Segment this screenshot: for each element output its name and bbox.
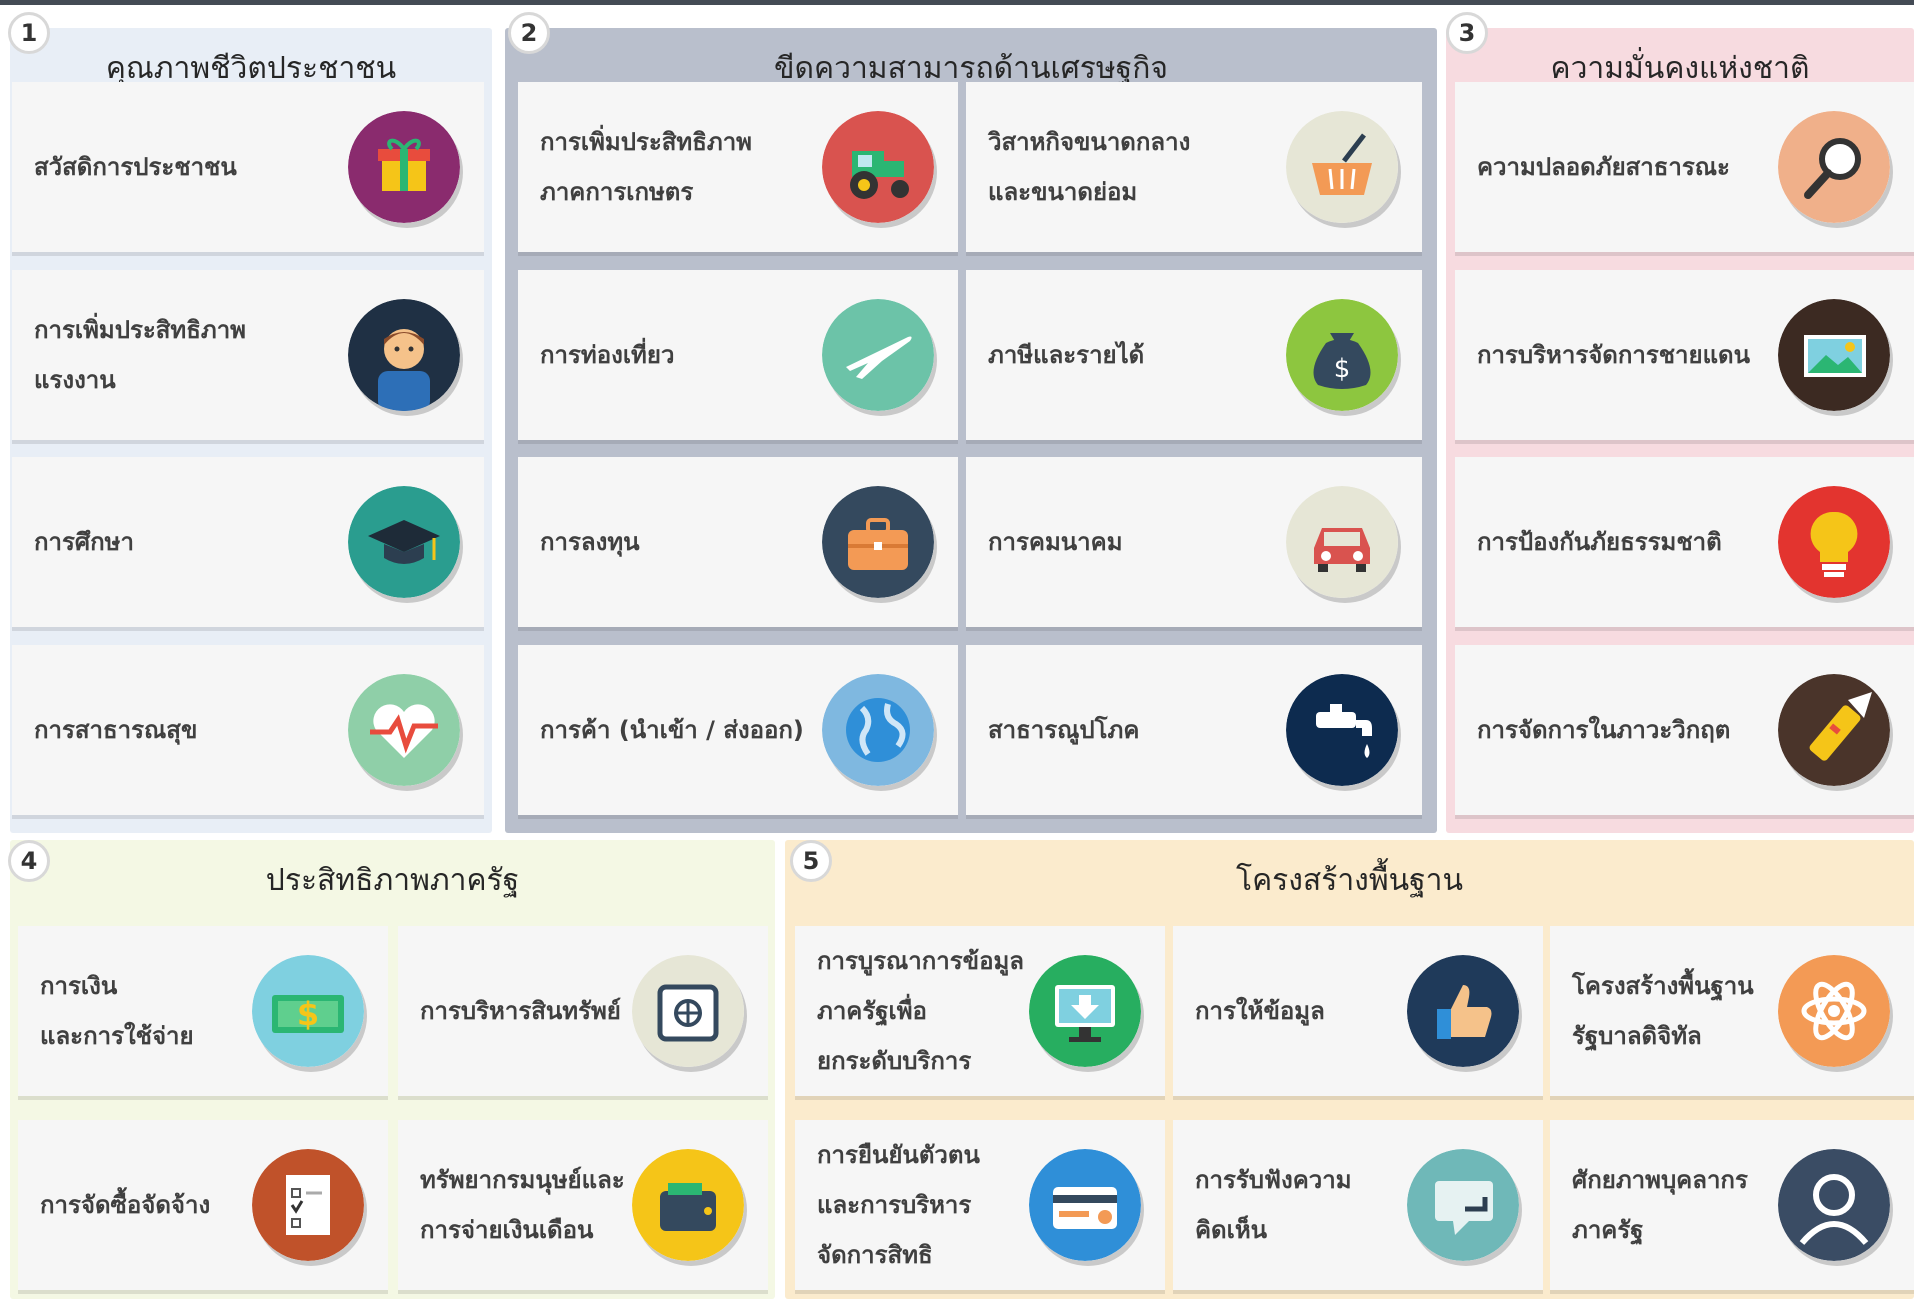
topic-label: ศักยภาพบุคลากร ภาครัฐ [1572,1166,1748,1244]
topic-label: การจัดการในภาวะวิกฤต [1477,716,1731,744]
topic-card[interactable]: การบูรณาการข้อมูล ภาครัฐเพื่อ ยกระดับบริ… [795,926,1165,1096]
atom-icon [1778,955,1890,1067]
section-title: ประสิทธิภาพภาครัฐ [265,863,520,898]
wallet-icon [632,1149,744,1261]
topic-label: ทรัพยากรมนุษย์และ การจ่ายเงินเดือน [420,1166,625,1244]
topic-card[interactable]: การจัดการในภาวะวิกฤต [1455,645,1914,815]
topic-card[interactable]: การสาธารณสุข [12,645,484,815]
topic-card[interactable]: การเงิน และการใช้จ่าย $ [18,926,388,1096]
topic-label: การลงทุน [540,528,640,556]
money-bag-icon: $ [1286,299,1398,411]
topic-card[interactable]: ศักยภาพบุคลากร ภาครัฐ [1550,1120,1914,1290]
topic-label: การยืนยันตัวตน และการบริหาร จัดการสิทธิ [817,1141,980,1269]
topic-label: การบริหารสินทรัพย์ [420,997,621,1025]
briefcase-icon [822,486,934,598]
section-number-badge: 2 [508,12,550,54]
topic-label: การศึกษา [34,528,134,556]
topic-card[interactable]: ทรัพยากรมนุษย์และ การจ่ายเงินเดือน [398,1120,768,1290]
topic-label: การเพิ่มประสิทธิภาพ แรงงาน [34,316,246,394]
topic-label: การจัดซื้อจัดจ้าง [40,1191,211,1219]
tractor-icon [822,111,934,223]
topic-card[interactable]: สวัสดิการประชาชน [12,82,484,252]
airplane-icon [822,299,934,411]
topic-label: สวัสดิการประชาชน [34,153,237,181]
monitor-download-icon [1029,955,1141,1067]
landscape-icon [1778,299,1890,411]
topic-card[interactable]: ภาษีและรายได้ $ [966,270,1422,440]
basket-icon [1286,111,1398,223]
topic-card[interactable]: การป้องกันภัยธรรมชาติ [1455,457,1914,627]
lightbulb-icon [1778,486,1890,598]
topic-card[interactable]: โครงสร้างพื้นฐาน รัฐบาลดิจิทัล [1550,926,1914,1096]
section-number-badge: 1 [8,12,50,54]
svg-text:$: $ [297,995,319,1033]
topic-label: ภาษีและรายได้ [988,341,1145,369]
checklist-icon [252,1149,364,1261]
topic-label: การบริหารจัดการชายแดน [1477,341,1751,369]
globe-icon [822,674,934,786]
magnifier-icon [1778,111,1890,223]
topic-label: การให้ข้อมูล [1195,997,1325,1025]
topic-card[interactable]: การบริหารจัดการชายแดน [1455,270,1914,440]
topic-card[interactable]: การยืนยันตัวตน และการบริหาร จัดการสิทธิ [795,1120,1165,1290]
topic-card[interactable]: ความปลอดภัยสาธารณะ [1455,82,1914,252]
thumbs-up-icon [1407,955,1519,1067]
section-number-badge: 4 [8,840,50,882]
topic-card[interactable]: สาธารณูปโภค [966,645,1422,815]
gift-icon [348,111,460,223]
water-tap-icon [1286,674,1398,786]
cash-icon: $ [252,955,364,1067]
topic-label: การป้องกันภัยธรรมชาติ [1477,528,1722,556]
topic-card[interactable]: วิสาหกิจขนาดกลาง และขนาดย่อม [966,82,1422,252]
speech-bubble-icon [1407,1149,1519,1261]
user-profile-icon [1778,1149,1890,1261]
graduation-cap-icon [348,486,460,598]
topic-card[interactable]: การให้ข้อมูล [1173,926,1543,1096]
topic-label: การสาธารณสุข [34,716,198,744]
topic-card[interactable]: การบริหารสินทรัพย์ [398,926,768,1096]
topic-label: การท่องเที่ยว [540,341,675,369]
topic-card[interactable]: การศึกษา [12,457,484,627]
topic-card[interactable]: การเพิ่มประสิทธิภาพ ภาคการเกษตร [518,82,958,252]
section-number-badge: 5 [790,840,832,882]
credit-card-icon [1029,1149,1141,1261]
topic-label: โครงสร้างพื้นฐาน รัฐบาลดิจิทัล [1572,972,1754,1050]
topic-label: การบูรณาการข้อมูล ภาครัฐเพื่อ ยกระดับบริ… [817,947,1025,1075]
topic-label: การเพิ่มประสิทธิภาพ ภาคการเกษตร [540,128,752,206]
flashlight-icon [1778,674,1890,786]
topic-label: การคมนาคม [988,528,1123,556]
topic-label: การรับฟังความ คิดเห็น [1195,1166,1352,1244]
topic-card[interactable]: การรับฟังความ คิดเห็น [1173,1120,1543,1290]
topic-label: วิสาหกิจขนาดกลาง และขนาดย่อม [988,128,1191,206]
svg-text:$: $ [1334,354,1351,384]
topic-label: ความปลอดภัยสาธารณะ [1477,153,1730,181]
topic-label: สาธารณูปโภค [988,716,1140,744]
car-icon [1286,486,1398,598]
topic-card[interactable]: การลงทุน [518,457,958,627]
safe-icon [632,955,744,1067]
worker-icon [348,299,460,411]
heartbeat-icon [348,674,460,786]
topic-label: การค้า (นำเข้า / ส่งออก) [540,716,804,744]
topic-card[interactable]: การคมนาคม [966,457,1422,627]
topic-card[interactable]: การเพิ่มประสิทธิภาพ แรงงาน [12,270,484,440]
topic-card[interactable]: การท่องเที่ยว [518,270,958,440]
section-title: โครงสร้างพื้นฐาน [1235,863,1464,898]
topic-card[interactable]: การค้า (นำเข้า / ส่งออก) [518,645,958,815]
section-number-badge: 3 [1446,12,1488,54]
top-border [0,0,1914,20]
topic-card[interactable]: การจัดซื้อจัดจ้าง [18,1120,388,1290]
topic-label: การเงิน และการใช้จ่าย [40,972,194,1050]
